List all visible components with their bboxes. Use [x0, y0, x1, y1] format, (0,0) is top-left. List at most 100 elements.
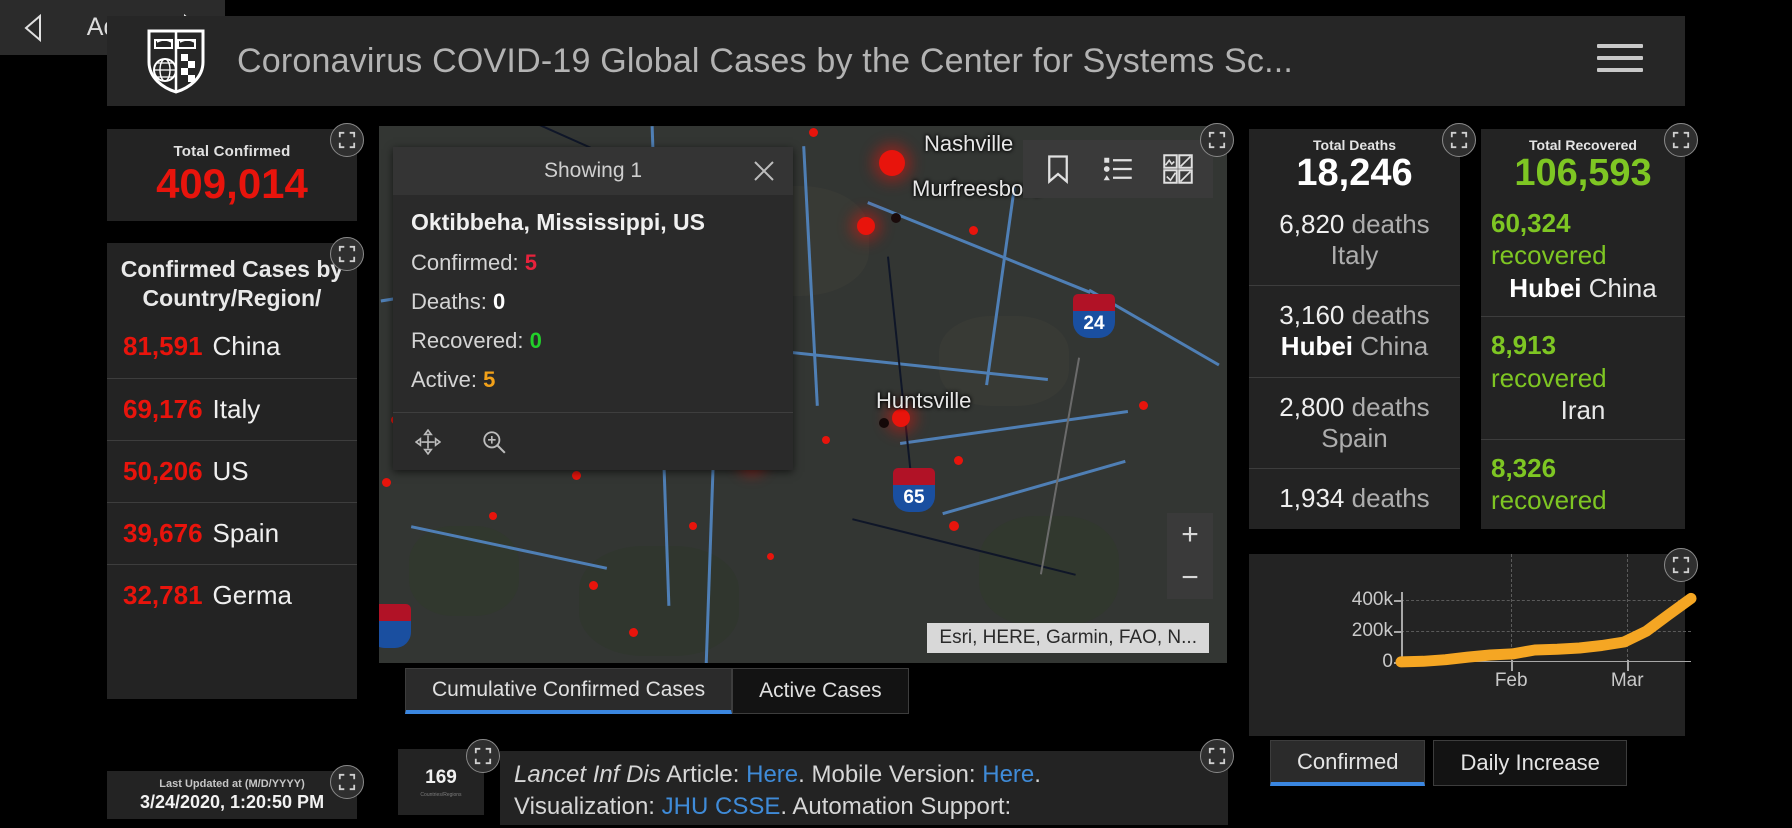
expand-last-updated-icon[interactable] [330, 765, 364, 799]
trend-tab-confirmed[interactable]: Confirmed [1270, 740, 1426, 786]
trend-chart: 0 200k 400k Feb Mar [1249, 554, 1697, 736]
expand-total-recovered-icon[interactable] [1664, 123, 1698, 157]
map-tab-active-cases[interactable]: Active Cases [732, 668, 909, 714]
map-case-marker[interactable] [949, 521, 959, 531]
deaths-row[interactable]: 6,820 deaths Italy [1249, 195, 1460, 285]
zoom-in-button[interactable]: + [1167, 513, 1213, 556]
country-row[interactable]: 69,176 Italy [107, 377, 357, 440]
recovered-row[interactable]: 8,913 recovered Iran [1481, 316, 1685, 439]
map-case-marker[interactable] [689, 522, 697, 530]
map-tab-cumulative-confirmed-cases[interactable]: Cumulative Confirmed Cases [405, 668, 733, 714]
map-case-marker[interactable] [879, 418, 889, 428]
trend-tab-daily-increase[interactable]: Daily Increase [1433, 740, 1627, 786]
expand-trend-chart-icon[interactable] [1664, 548, 1698, 582]
popup-stat-row: Recovered: 0 [411, 328, 775, 354]
map-case-marker[interactable] [767, 553, 774, 560]
recovered-count: 60,324 [1491, 207, 1571, 238]
deaths-word: deaths [1351, 482, 1430, 513]
last-updated-value: 3/24/2020, 1:20:50 PM [139, 791, 325, 812]
total-confirmed-value: 409,014 [156, 160, 308, 208]
counter-value: 169 [425, 766, 457, 788]
map-case-marker[interactable] [629, 628, 638, 637]
counter-label: Countries/Regions [420, 791, 462, 798]
country-case-count: 39,676 [123, 517, 203, 548]
highway-shield-24: 24 [1073, 294, 1115, 338]
expand-footer-icon[interactable] [1200, 739, 1234, 773]
total-recovered-value: 106,593 [1514, 152, 1652, 194]
map-zoom-control: + − [1167, 513, 1213, 599]
map-case-marker[interactable] [969, 226, 978, 235]
expand-total-confirmed-icon[interactable] [330, 123, 364, 157]
popup-stat-row: Deaths: 0 [411, 289, 775, 315]
popup-stat-value: 5 [524, 250, 537, 275]
mobile-version-link[interactable]: Here [982, 761, 1034, 788]
footer-text: . Mobile Version: [798, 761, 983, 788]
map-case-marker[interactable] [954, 456, 963, 465]
bookmark-icon[interactable] [1043, 154, 1073, 184]
popup-stat-label: Deaths: [411, 289, 493, 314]
deaths-word: deaths [1351, 300, 1430, 331]
deaths-place: Spain [1321, 422, 1388, 453]
hamburger-menu-icon[interactable] [1597, 44, 1643, 78]
popup-stat-label: Active: [411, 367, 484, 392]
map-case-marker[interactable] [382, 478, 391, 487]
deaths-word: deaths [1351, 208, 1430, 239]
footer-text: Article: [660, 761, 747, 788]
country-case-count: 81,591 [123, 331, 203, 362]
recovered-place: Iran [1560, 395, 1606, 426]
total-confirmed-label: Total Confirmed [173, 143, 291, 161]
map-attribution: Esri, HERE, Garmin, FAO, N... [927, 623, 1209, 653]
map-case-marker[interactable] [891, 213, 901, 223]
map-case-marker[interactable] [879, 150, 905, 176]
country-row[interactable]: 50,206 US [107, 439, 357, 502]
country-row[interactable]: 39,676 Spain [107, 501, 357, 564]
lancet-article-link[interactable]: Here [746, 761, 798, 788]
map-case-marker[interactable] [809, 128, 818, 137]
popup-title: Showing 1 [543, 159, 643, 182]
map-case-marker[interactable] [1139, 401, 1148, 410]
footer-text: . [1034, 761, 1041, 788]
jhu-csse-link[interactable]: JHU CSSE [662, 793, 781, 820]
map-case-marker[interactable] [857, 217, 875, 235]
footer-text: . Automation Support: [780, 793, 1012, 821]
map-case-marker[interactable] [489, 512, 497, 520]
recovered-word: recovered [1491, 362, 1607, 393]
zoom-to-icon[interactable] [481, 429, 507, 455]
popup-stat-label: Recovered: [411, 328, 530, 353]
country-name: Germa [212, 579, 292, 610]
total-deaths-value: 18,246 [1296, 152, 1413, 194]
footer-links-panel: Lancet Inf Dis Article: Here. Mobile Ver… [500, 751, 1228, 825]
expand-counter-icon[interactable] [466, 739, 500, 773]
country-row[interactable]: 81,591 China [107, 316, 357, 378]
recovered-count: 8,326 [1491, 452, 1557, 483]
map-case-marker[interactable] [589, 581, 598, 590]
country-case-count: 32,781 [123, 579, 203, 610]
deaths-row[interactable]: 3,160 deaths Hubei China [1249, 285, 1460, 376]
total-recovered-panel: Total Recovered 106,593 60,324 recovered H… [1481, 129, 1685, 529]
deaths-count: 3,160 [1279, 300, 1345, 331]
trend-tab-bar: Confirmed Daily Increase [1270, 740, 1627, 786]
recovered-word: recovered [1491, 485, 1607, 516]
country-row[interactable]: 32,781 Germa [107, 563, 357, 626]
legend-list-icon[interactable] [1103, 154, 1133, 184]
deaths-place: Italy [1330, 239, 1379, 270]
prev-triangle-icon[interactable] [20, 13, 46, 43]
highway-shield-65: 65 [893, 468, 935, 512]
deaths-row[interactable]: 1,934 deaths [1249, 467, 1460, 528]
pan-to-icon[interactable] [415, 428, 441, 455]
close-icon[interactable] [751, 158, 777, 184]
expand-total-deaths-icon[interactable] [1442, 123, 1476, 157]
popup-location: Oktibbeha, Mississippi, US [411, 209, 705, 235]
page-title: Coronavirus COVID-19 Global Cases by the… [237, 41, 1294, 80]
expand-map-icon[interactable] [1200, 123, 1234, 157]
last-updated-label: Last Updated at (M/D/YYYY) [159, 777, 305, 790]
basemap-gallery-icon[interactable] [1163, 154, 1193, 184]
recovered-row[interactable]: 60,324 recovered Hubei China [1481, 195, 1685, 317]
total-deaths-panel: Total Deaths 18,246 6,820 deaths Italy 3,1… [1249, 129, 1460, 529]
zoom-out-button[interactable]: − [1167, 556, 1213, 599]
map-case-marker[interactable] [822, 436, 830, 444]
recovered-row[interactable]: 8,326 recovered [1481, 438, 1685, 529]
expand-cases-by-country-icon[interactable] [330, 237, 364, 271]
deaths-row[interactable]: 2,800 deaths Spain [1249, 376, 1460, 468]
map-case-marker[interactable] [572, 471, 581, 480]
